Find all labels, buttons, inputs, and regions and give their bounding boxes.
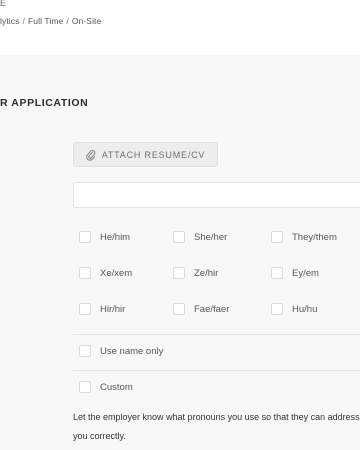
pronoun-option-they-them[interactable]: They/them — [271, 231, 337, 243]
breadcrumb-separator: / — [22, 16, 25, 26]
breadcrumb-item-location-type[interactable]: On-Site — [72, 16, 102, 26]
checkbox[interactable] — [173, 267, 185, 279]
breadcrumb-item-category[interactable]: lytics — [0, 16, 20, 26]
title-fragment: E — [0, 0, 7, 8]
checkbox[interactable] — [271, 231, 283, 243]
pronoun-label: He/him — [100, 231, 131, 243]
divider — [73, 370, 360, 371]
pronoun-label: Hir/hir — [100, 303, 126, 315]
attach-resume-label: ATTACH RESUME/CV — [101, 149, 206, 160]
checkbox[interactable] — [79, 345, 91, 357]
checkbox[interactable] — [79, 267, 91, 279]
pronoun-option-he-him[interactable]: He/him — [79, 231, 130, 243]
pronouns-help-text: Let the employer know what pronouns you … — [73, 412, 360, 441]
pronoun-option-use-name-only[interactable]: Use name only — [79, 345, 163, 357]
pronoun-label: Hu/hu — [292, 303, 318, 315]
pronoun-option-hir-hir[interactable]: Hir/hir — [79, 303, 125, 315]
section-title: R APPLICATION — [0, 97, 89, 109]
checkbox[interactable] — [79, 381, 91, 393]
pronoun-label: Ey/em — [292, 267, 319, 279]
pronoun-label: Xe/xem — [100, 267, 133, 279]
pronoun-option-xe-xem[interactable]: Xe/xem — [79, 267, 132, 279]
breadcrumb-item-employment-type[interactable]: Full Time — [28, 16, 63, 26]
pronoun-option-fae-faer[interactable]: Fae/faer — [173, 303, 229, 315]
pronoun-label: Use name only — [100, 345, 164, 357]
paperclip-icon — [85, 149, 96, 161]
breadcrumb: lytics / Full Time / On-Site — [0, 16, 101, 26]
pronoun-label: She/her — [194, 231, 228, 243]
checkbox[interactable] — [271, 303, 283, 315]
checkbox[interactable] — [79, 303, 91, 315]
breadcrumb-separator: / — [66, 16, 69, 26]
pronoun-option-hu-hu[interactable]: Hu/hu — [271, 303, 317, 315]
pronoun-label: They/them — [292, 231, 337, 243]
checkbox[interactable] — [79, 231, 91, 243]
pronoun-option-custom[interactable]: Custom — [79, 381, 133, 393]
pronoun-option-she-her[interactable]: She/her — [173, 231, 227, 243]
pronouns-input[interactable] — [73, 182, 360, 208]
checkbox[interactable] — [173, 231, 185, 243]
checkbox[interactable] — [173, 303, 185, 315]
pronoun-option-ze-hir[interactable]: Ze/hir — [173, 267, 218, 279]
pronoun-label: Custom — [100, 381, 133, 393]
pronoun-label: Fae/faer — [194, 303, 230, 315]
pronoun-option-ey-em[interactable]: Ey/em — [271, 267, 319, 279]
application-section: R APPLICATION ATTACH RESUME/CV He/him Sh… — [0, 55, 360, 450]
divider — [73, 334, 360, 335]
attach-resume-button[interactable]: ATTACH RESUME/CV — [73, 142, 218, 167]
pronoun-label: Ze/hir — [194, 267, 219, 279]
checkbox[interactable] — [271, 267, 283, 279]
